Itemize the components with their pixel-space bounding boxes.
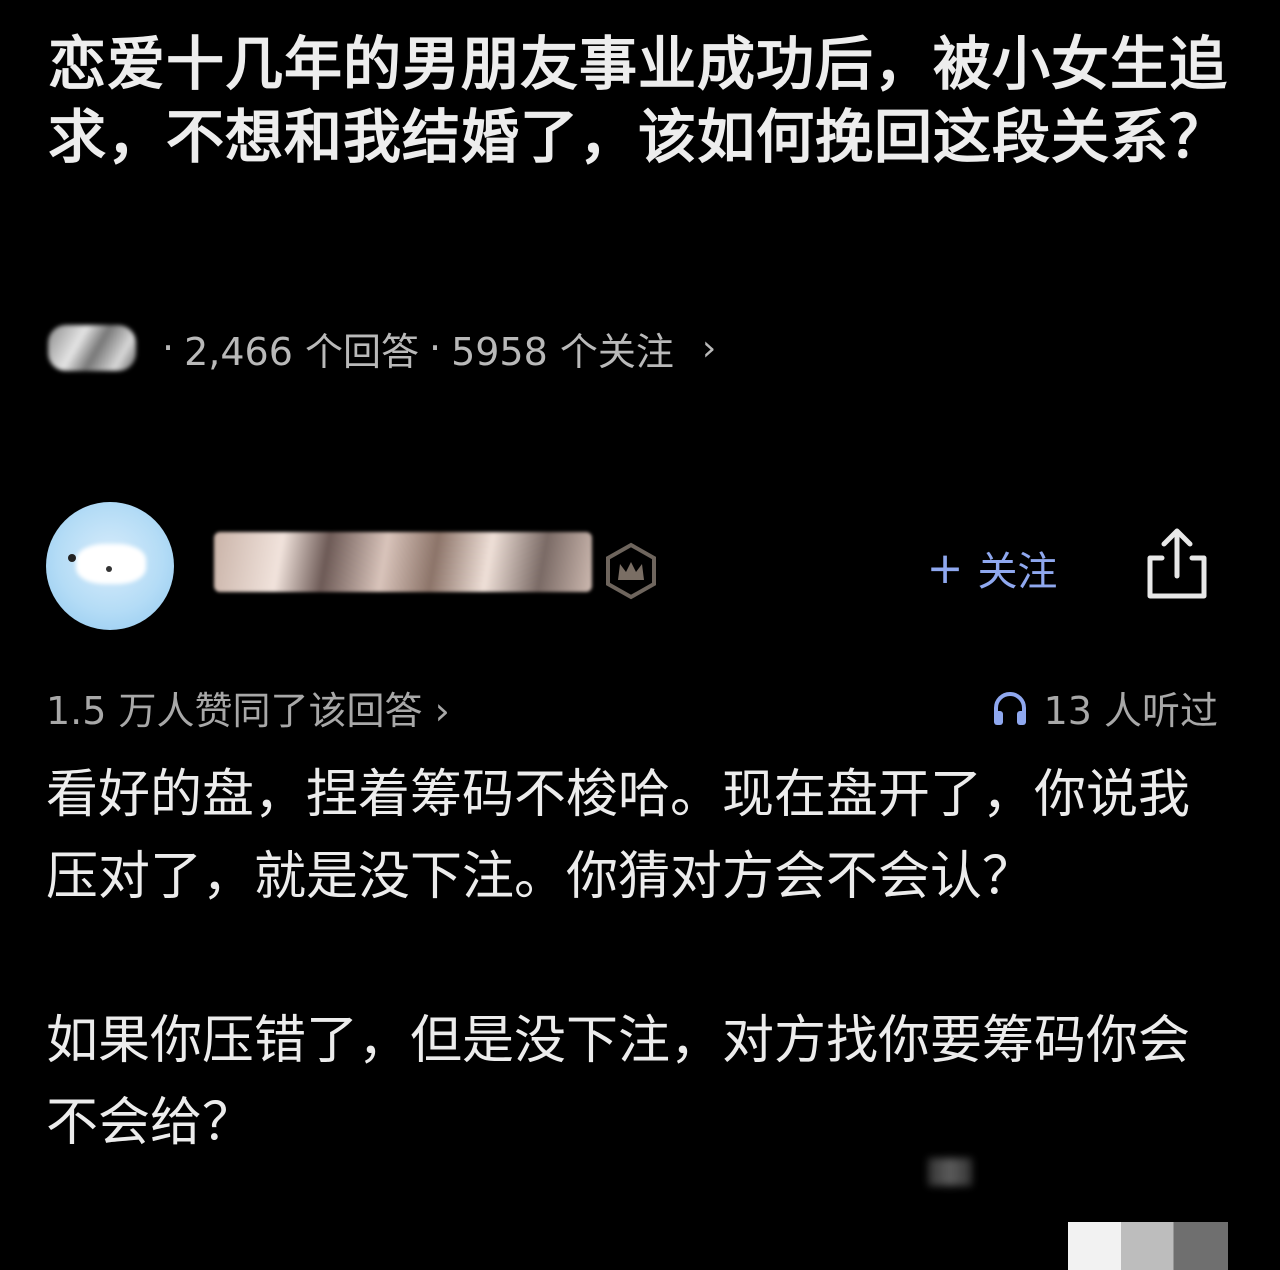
question-meta: · 2,466 个回答 · 5958 个关注 › xyxy=(48,318,716,378)
answer-stats: 1.5 万人赞同了该回答 › 13 人听过 xyxy=(46,676,1218,735)
answer-count[interactable]: 2,466 个回答 xyxy=(184,321,419,376)
asker-avatar-blurred[interactable] xyxy=(48,325,136,371)
plus-icon: + xyxy=(926,542,964,594)
follow-button[interactable]: + 关注 xyxy=(892,534,1092,602)
follower-count[interactable]: 5958 个关注 xyxy=(451,321,674,376)
avatar-highlight xyxy=(76,544,146,584)
chevron-right-icon[interactable]: › xyxy=(702,328,716,369)
crown-badge-icon xyxy=(606,542,656,600)
answer-paragraph: 看好的盘，捏着筹码不梭哈。现在盘开了，你说我压对了，就是没下注。你猜对方会不会认… xyxy=(46,765,1191,907)
answer-paragraph: 如果你压错了，但是没下注，对方找你要筹码你会不会给？ xyxy=(46,1011,1191,1153)
watermark-blur xyxy=(1068,1222,1228,1270)
upvote-summary[interactable]: 1.5 万人赞同了该回答 › xyxy=(46,680,450,735)
question-title: 恋爱十几年的男朋友事业成功后，被小女生追求，不想和我结婚了，该如何挽回这段关系？ xyxy=(48,30,1229,171)
avatar-detail xyxy=(68,554,76,562)
headphones-icon xyxy=(993,691,1026,725)
answer-author-bar: + 关注 xyxy=(46,502,1236,632)
compression-artifact xyxy=(928,1158,972,1186)
answer-body: 看好的盘，捏着筹码不梭哈。现在盘开了，你说我压对了，就是没下注。你猜对方会不会认… xyxy=(46,754,1236,1164)
avatar[interactable] xyxy=(46,502,174,630)
listen-count-text: 13 人听过 xyxy=(1043,689,1218,733)
share-icon[interactable] xyxy=(1140,524,1214,604)
meta-separator: · xyxy=(162,326,175,370)
listen-count[interactable]: 13 人听过 xyxy=(990,680,1218,735)
author-name-blurred[interactable] xyxy=(214,532,592,592)
meta-separator: · xyxy=(428,326,442,370)
follow-label: 关注 xyxy=(977,549,1058,595)
avatar-detail xyxy=(106,566,112,572)
